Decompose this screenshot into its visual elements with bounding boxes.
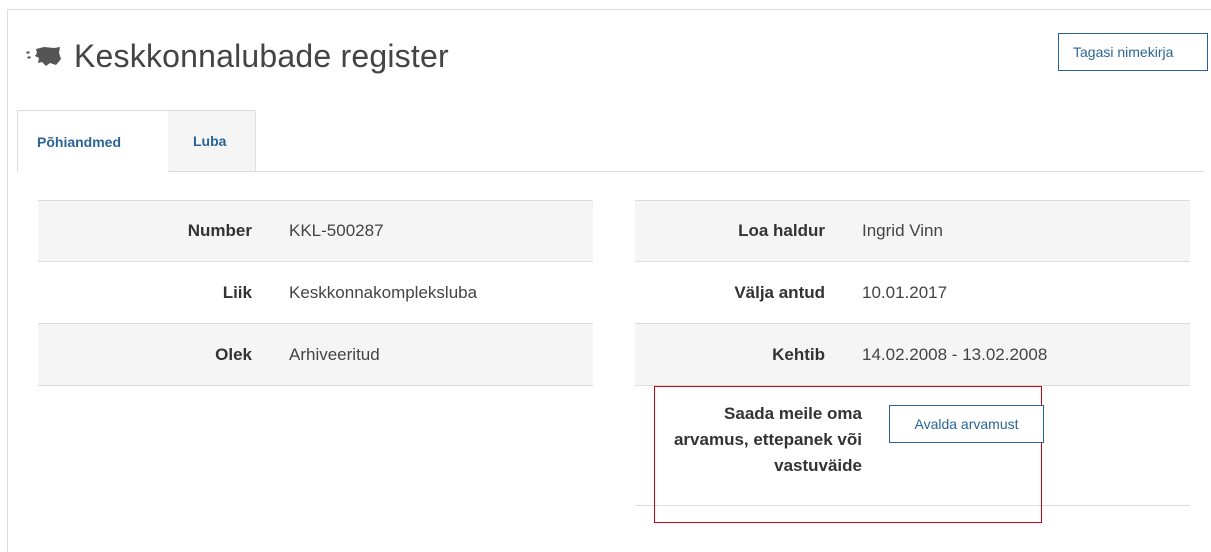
detail-value: Arhiveeritud	[289, 344, 380, 364]
detail-label: Välja antud	[734, 282, 825, 302]
detail-row-valja-antud: Välja antud 10.01.2017	[635, 262, 1190, 324]
detail-label: Kehtib	[772, 344, 825, 364]
detail-value: Keskkonnakompleksluba	[289, 282, 478, 302]
detail-label: Olek	[215, 344, 252, 364]
details-left-table: Number KKL-500287 Liik Keskkonnakompleks…	[38, 200, 593, 386]
detail-row-liik: Liik Keskkonnakompleksluba	[38, 262, 593, 324]
detail-label: Number	[187, 221, 252, 240]
detail-value: 14.02.2008 - 13.02.2008	[862, 344, 1048, 364]
details-right-table: Loa haldur Ingrid Vinn Välja antud 10.01…	[635, 200, 1190, 386]
estonia-map-icon	[26, 47, 61, 66]
detail-value: KKL-500287	[289, 221, 384, 240]
detail-value: 10.01.2017	[862, 282, 948, 302]
tab-pohiandmed[interactable]: Põhiandmed	[17, 110, 169, 173]
page-header: Keskkonnalubade register	[24, 36, 449, 76]
detail-row-olek: Olek Arhiveeritud	[38, 324, 593, 386]
tab-luba[interactable]: Luba	[168, 110, 256, 172]
detail-row-kehtib: Kehtib 14.02.2008 - 13.02.2008	[635, 324, 1190, 386]
back-to-list-button[interactable]: Tagasi nimekirja	[1058, 33, 1208, 71]
detail-row-number: Number KKL-500287	[38, 200, 593, 262]
page-title: Keskkonnalubade register	[74, 37, 449, 74]
feedback-label: Saada meile oma arvamus, ettepanek või v…	[673, 404, 862, 475]
tab-bar: Põhiandmed Luba	[17, 110, 1204, 173]
detail-label: Loa haldur	[738, 221, 825, 240]
detail-value: Ingrid Vinn	[862, 221, 943, 240]
give-opinion-button[interactable]: Avalda arvamust	[889, 405, 1044, 443]
detail-label: Liik	[222, 282, 252, 302]
detail-row-loa-haldur: Loa haldur Ingrid Vinn	[635, 200, 1190, 262]
